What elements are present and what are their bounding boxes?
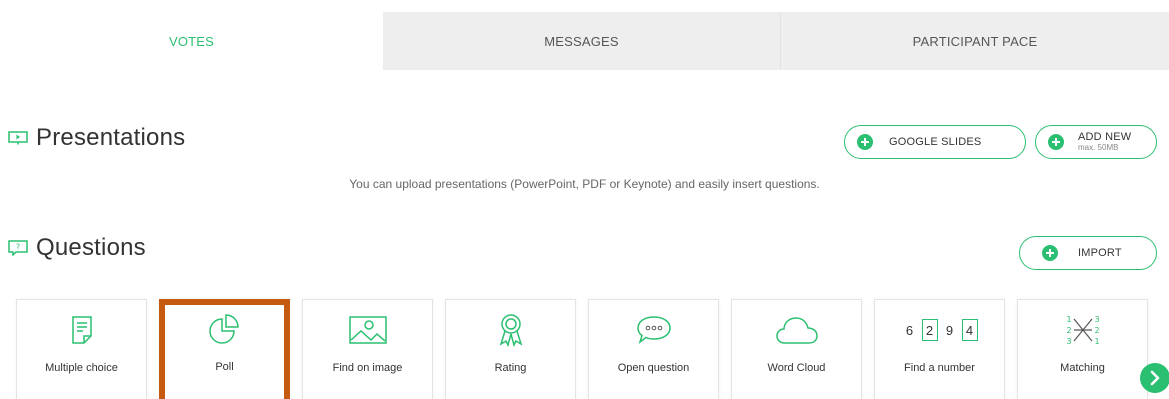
card-label: Open question bbox=[617, 362, 690, 374]
card-label: Find a number bbox=[904, 362, 975, 374]
presentation-icon bbox=[8, 131, 28, 145]
google-slides-button[interactable]: GOOGLE SLIDES bbox=[844, 125, 1026, 159]
digit: 2 bbox=[921, 319, 938, 341]
tab-votes[interactable]: VOTES bbox=[0, 12, 383, 70]
card-label: Poll bbox=[215, 361, 234, 373]
tab-votes-label: VOTES bbox=[168, 33, 215, 49]
tab-messages-label: MESSAGES bbox=[544, 33, 619, 49]
question-type-matching[interactable]: 1 2 3 3 2 1 Matching bbox=[1017, 299, 1148, 399]
next-arrow-button[interactable] bbox=[1140, 363, 1169, 393]
question-type-rating[interactable]: Rating bbox=[445, 299, 576, 399]
plus-icon bbox=[1042, 245, 1058, 261]
pie-chart-icon bbox=[208, 314, 239, 344]
document-icon bbox=[71, 316, 92, 344]
digit: 9 bbox=[945, 322, 954, 338]
question-icon: ? bbox=[8, 240, 28, 256]
import-label: IMPORT bbox=[1078, 247, 1122, 259]
plus-icon bbox=[857, 134, 873, 150]
number-boxes-icon: 6 2 9 4 bbox=[900, 319, 980, 341]
import-button[interactable]: IMPORT bbox=[1019, 236, 1157, 270]
award-ribbon-icon bbox=[499, 314, 522, 347]
add-new-presentation-button[interactable]: ADD NEW max. 50MB bbox=[1035, 125, 1157, 159]
presentations-hint: You can upload presentations (PowerPoint… bbox=[349, 177, 820, 191]
question-types: Multiple choice Poll Find on image Ratin… bbox=[16, 299, 1160, 399]
question-type-multiple-choice[interactable]: Multiple choice bbox=[16, 299, 147, 399]
question-type-find-a-number[interactable]: 6 2 9 4 Find a number bbox=[874, 299, 1005, 399]
speech-bubble-icon bbox=[636, 316, 671, 344]
svg-text:?: ? bbox=[16, 243, 20, 252]
cloud-icon bbox=[775, 317, 818, 344]
question-type-open-question[interactable]: Open question bbox=[588, 299, 719, 399]
matching-right-3: 1 bbox=[1094, 337, 1099, 346]
tab-messages[interactable]: MESSAGES bbox=[383, 12, 781, 70]
tab-bar: VOTES MESSAGES PARTICIPANT PACE bbox=[0, 12, 1169, 70]
card-label: Rating bbox=[494, 362, 527, 374]
question-type-find-on-image[interactable]: Find on image bbox=[302, 299, 433, 399]
plus-icon bbox=[1048, 134, 1064, 150]
questions-title: Questions bbox=[36, 234, 146, 261]
card-label: Find on image bbox=[332, 362, 403, 374]
matching-left-1: 1 bbox=[1066, 315, 1071, 324]
chevron-right-icon bbox=[1150, 370, 1160, 386]
card-label: Multiple choice bbox=[45, 362, 118, 374]
digit: 6 bbox=[905, 322, 914, 338]
page: VOTES MESSAGES PARTICIPANT PACE Presenta… bbox=[0, 0, 1169, 399]
matching-right-1: 3 bbox=[1094, 315, 1099, 324]
matching-right-2: 2 bbox=[1094, 326, 1099, 335]
add-new-size-limit: max. 50MB bbox=[1078, 143, 1119, 152]
image-icon bbox=[348, 316, 387, 344]
presentations-title: Presentations bbox=[36, 124, 186, 151]
matching-left-3: 3 bbox=[1066, 337, 1071, 346]
add-new-label: ADD NEW bbox=[1078, 131, 1132, 143]
card-label: Word Cloud bbox=[767, 362, 826, 374]
matching-left-2: 2 bbox=[1066, 326, 1071, 335]
card-label: Matching bbox=[1060, 362, 1105, 374]
tab-participant-pace-label: PARTICIPANT PACE bbox=[912, 33, 1038, 49]
question-type-poll[interactable]: Poll bbox=[159, 299, 290, 399]
matching-icon: 1 2 3 3 2 1 bbox=[1066, 315, 1099, 346]
question-type-word-cloud[interactable]: Word Cloud bbox=[731, 299, 862, 399]
tab-participant-pace[interactable]: PARTICIPANT PACE bbox=[781, 12, 1169, 70]
google-slides-label: GOOGLE SLIDES bbox=[889, 136, 982, 148]
digit: 4 bbox=[961, 319, 978, 341]
